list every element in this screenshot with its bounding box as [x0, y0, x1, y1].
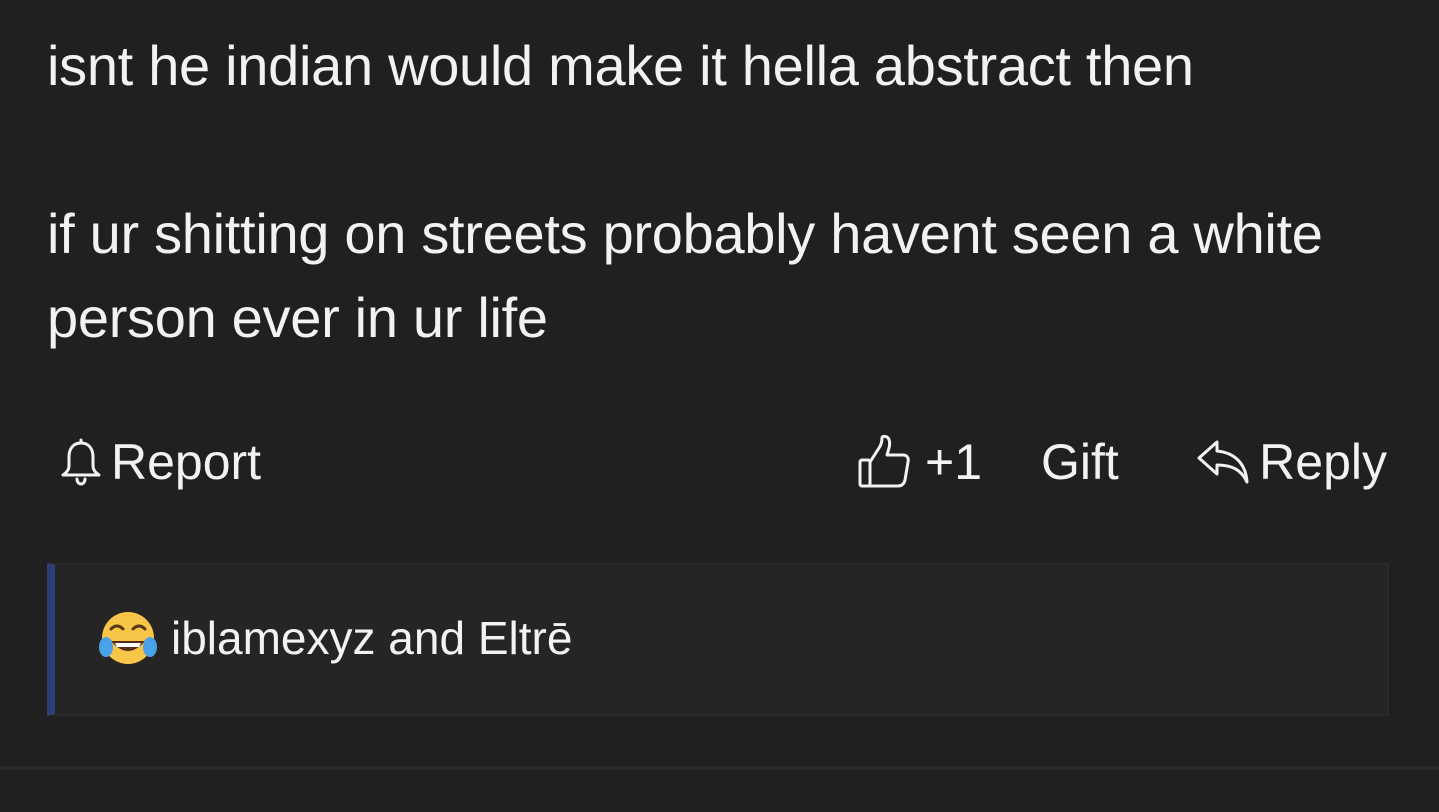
- divider: [0, 766, 1439, 770]
- reply-button[interactable]: Reply: [1195, 424, 1387, 500]
- thumbs-up-icon: [857, 434, 911, 490]
- gift-label: Gift: [1041, 434, 1119, 490]
- bell-icon: [59, 437, 103, 487]
- report-label: Report: [111, 434, 262, 490]
- reply-arrow-icon: [1195, 438, 1251, 486]
- comment-paragraph-2: if ur shitting on streets probably haven…: [47, 202, 1323, 349]
- comment-body: isnt he indian would make it hella abstr…: [47, 24, 1367, 360]
- reactions-panel[interactable]: iblamexyz and Eltrē: [47, 563, 1389, 716]
- like-button[interactable]: +1: [857, 424, 982, 500]
- reaction-users: iblamexyz and Eltrē: [171, 612, 573, 664]
- comment-paragraph-1: isnt he indian would make it hella abstr…: [47, 34, 1194, 97]
- reply-label: Reply: [1259, 434, 1387, 490]
- like-count: +1: [925, 434, 983, 490]
- report-button[interactable]: Report: [59, 424, 261, 500]
- comment-actions-bar: Report +1 Gift Reply: [47, 424, 1387, 500]
- tears-of-joy-emoji-icon: [97, 607, 159, 669]
- gift-button[interactable]: Gift: [1041, 424, 1119, 500]
